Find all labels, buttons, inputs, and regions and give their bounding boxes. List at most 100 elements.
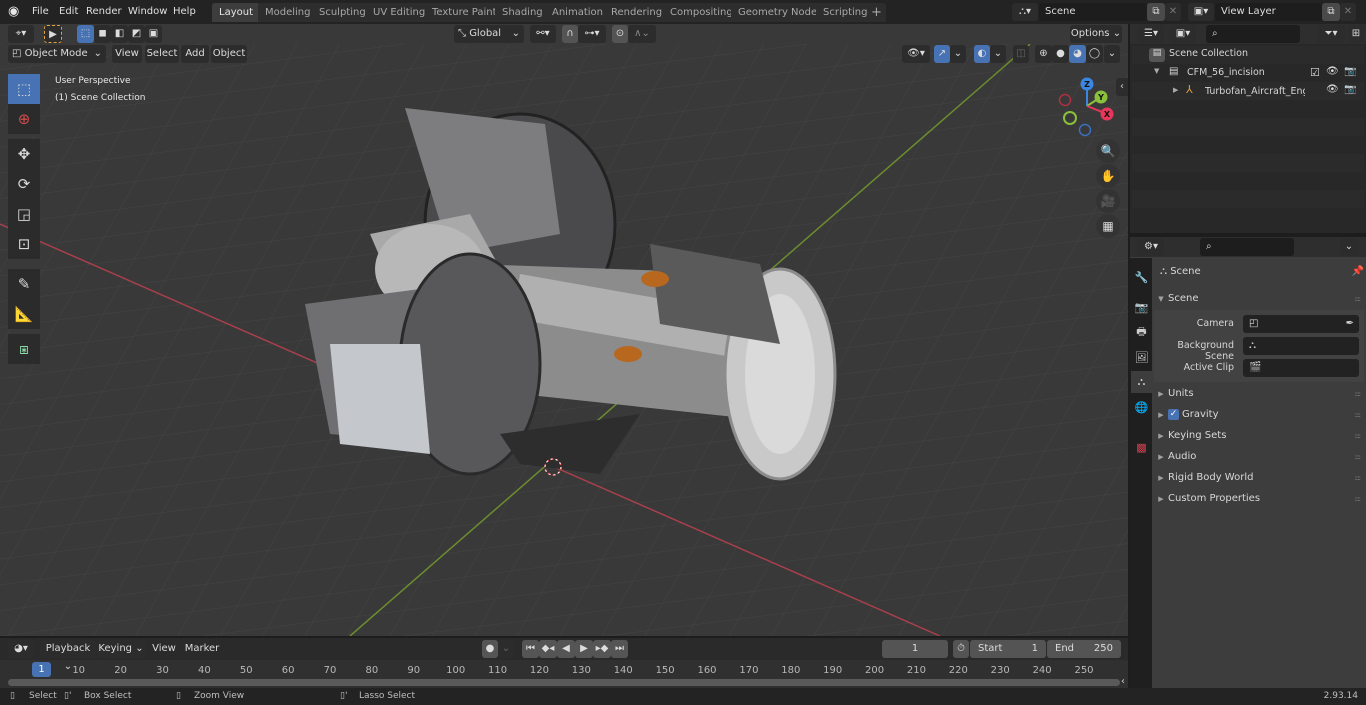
gravity-checkbox[interactable]: ✓ [1168,408,1179,420]
timeline-menu-marker[interactable]: Marker [183,640,221,658]
menu-object[interactable]: Object [211,45,247,63]
annotate-tool[interactable]: ✎ [8,269,40,299]
panel-rigid-body-world[interactable]: ▶ Rigid Body World:::: [1154,468,1364,488]
blender-logo-icon[interactable]: ◉ [8,4,24,20]
navigation-gizmo[interactable]: Z Y X [1055,74,1120,139]
proportional-edit-toggle[interactable]: ⊙ [612,25,628,43]
mode-dropdown[interactable]: ◰ Object Mode ⌄ [8,45,106,63]
editor-type-button[interactable]: ⌖▾ [8,25,34,43]
tab-modeling[interactable]: Modeling [258,3,318,22]
tab-geometry-nodes[interactable]: Geometry Nodes [731,3,830,22]
eye-icon[interactable]: 👁 [1326,66,1339,77]
scale-tool[interactable]: ◲ [8,199,40,229]
active-clip-field[interactable]: 🎬 [1243,359,1359,377]
outliner-display-mode[interactable]: ☰▾ [1138,25,1164,43]
tab-scene[interactable]: ⛬ [1131,371,1152,393]
outliner-search-input[interactable]: ⌕ [1206,25,1300,43]
properties-search-input[interactable]: ⌕ [1200,238,1294,256]
transform-orientation-dropdown[interactable]: ⤡ Global ⌄ [454,25,524,43]
add-workspace-button[interactable]: + [867,3,886,22]
3d-viewport[interactable]: User Perspective (1) Scene Collection ⬚ … [0,44,1128,636]
tab-view-layer[interactable]: 🖼 [1131,346,1152,368]
shading-wireframe-button[interactable]: ⊕ [1035,45,1052,63]
new-view-layer-button[interactable]: ⧉ [1322,3,1340,21]
timeline-editor-type[interactable]: ◕▾ [8,640,34,658]
eyedropper-icon[interactable]: ✒ [1346,315,1354,333]
ortho-toggle-button[interactable]: ▦ [1096,214,1120,238]
frame-start-field[interactable]: Start 1 [970,640,1046,658]
mode-intersect-button[interactable]: ▣ [145,25,162,43]
view-layer-name-field[interactable]: View Layer [1215,3,1322,21]
camera-field[interactable]: ◰ ✒ [1243,315,1359,333]
tab-world[interactable]: 🌐 [1131,396,1152,418]
sidebar-toggle-button[interactable]: ‹ [1116,78,1128,96]
tab-texture[interactable]: ▩ [1131,436,1152,458]
panel-scene-header[interactable]: ▼ Scene:::: [1154,289,1364,309]
xray-toggle[interactable]: ◫ [1013,45,1029,63]
view-layer-selector-button[interactable]: ▣▾ [1188,3,1214,21]
tab-tool[interactable]: 🔧 [1131,266,1152,288]
options-dropdown[interactable]: Options ⌄ [1070,25,1122,43]
frame-end-field[interactable]: End 250 [1047,640,1121,658]
overlays-toggle[interactable]: ◐ [974,45,990,63]
properties-editor-type[interactable]: ⚙▾ [1138,238,1164,256]
current-frame-field[interactable]: 1 [882,640,948,658]
properties-options-dropdown[interactable]: ⌄ [1340,238,1358,256]
delete-scene-button[interactable]: ✕ [1165,3,1181,21]
jump-end-button[interactable]: ⏭ [611,640,628,658]
panel-units[interactable]: ▶ Units:::: [1154,384,1364,404]
delete-view-layer-button[interactable]: ✕ [1340,3,1356,21]
drag-handle-icon[interactable]: :::: [1355,384,1362,404]
preview-range-toggle[interactable]: ⏱ [953,640,969,658]
tab-rendering[interactable]: Rendering [604,3,670,22]
tab-render[interactable]: 📷 [1131,296,1152,318]
menu-window[interactable]: Window [122,3,173,21]
overlays-dropdown[interactable]: ⌄ [990,45,1006,63]
new-collection-button[interactable]: ⊞ [1348,25,1364,43]
transform-tool[interactable]: ⊡ [8,229,40,259]
tab-uv-editing[interactable]: UV Editing [366,3,433,22]
move-tool[interactable]: ✥ [8,139,40,169]
tab-sculpting[interactable]: Sculpting [312,3,373,22]
shading-material-button[interactable]: ◕ [1069,45,1086,63]
gizmo-toggle[interactable]: ↗ [934,45,950,63]
auto-keying-dropdown[interactable]: ⌄ [498,640,514,658]
timeline-scrollbar[interactable] [8,679,1120,686]
drag-handle-icon[interactable]: :::: [1355,468,1362,488]
outliner-item-cfm56[interactable]: CFM_56_incision [1187,67,1265,78]
playhead[interactable]: 1 [32,662,51,677]
playback-dropdown[interactable]: Playback ⌄ [40,640,96,672]
menu-view[interactable]: View [112,45,142,63]
exclude-checkbox[interactable]: ☑ [1310,66,1320,79]
camera-render-icon[interactable]: 📷 [1344,66,1356,77]
next-keyframe-button[interactable]: ▸◆ [593,640,611,658]
mode-subtract-button[interactable]: ◧ [111,25,128,43]
tab-animation[interactable]: Animation [545,3,610,22]
drag-handle-icon[interactable]: :::: [1355,426,1362,446]
keying-dropdown[interactable]: Keying ⌄ [97,640,145,658]
jump-start-button[interactable]: ⏮ [522,640,539,658]
tab-texture-paint[interactable]: Texture Paint [425,3,504,22]
camera-view-button[interactable]: 🎥 [1096,189,1120,213]
play-reverse-button[interactable]: ◀ [557,640,575,658]
tab-scripting[interactable]: Scripting [816,3,875,22]
add-cube-tool[interactable]: ⧆ [8,334,40,364]
drag-handle-icon[interactable]: :::: [1355,447,1362,467]
outliner-item-scene-collection[interactable]: Scene Collection [1169,48,1248,59]
drag-handle-icon[interactable]: :::: [1355,405,1362,425]
menu-select[interactable]: Select [145,45,179,63]
expand-toggle-icon[interactable]: ▶ [1173,86,1178,94]
new-scene-button[interactable]: ⧉ [1147,3,1165,21]
outliner-filter-layer[interactable]: ▣▾ [1170,25,1196,43]
prev-keyframe-button[interactable]: ◆◂ [539,640,557,658]
tab-layout[interactable]: Layout [212,3,260,22]
proportional-falloff-dropdown[interactable]: ∧⌄ [628,25,656,43]
snap-toggle[interactable]: ∩ [562,25,578,43]
panel-custom-properties[interactable]: ▶ Custom Properties:::: [1154,489,1364,509]
tool-select-button[interactable]: ▶ [44,25,62,43]
play-button[interactable]: ▶ [575,640,593,658]
outliner-filter-button[interactable]: ⏷▾ [1317,25,1345,43]
tab-output[interactable]: 🖶 [1131,321,1152,343]
eye-icon[interactable]: 👁 [1326,84,1339,95]
zoom-view-button[interactable]: 🔍 [1096,139,1120,163]
